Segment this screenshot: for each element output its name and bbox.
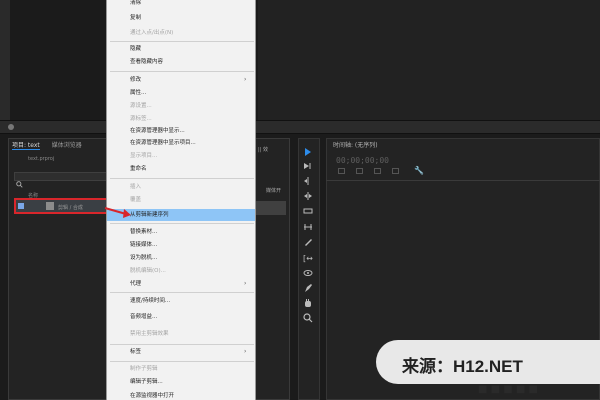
- clip-icon: [46, 202, 54, 210]
- track-select-tool-icon[interactable]: [303, 161, 313, 171]
- timeline-timecode[interactable]: 00;00;00;00: [336, 156, 389, 165]
- menu-item-edit-subclip[interactable]: 编辑子剪辑...: [130, 378, 163, 386]
- menu-item-make-offline[interactable]: 设为脱机...: [130, 254, 157, 262]
- menu-item-reveal-project[interactable]: 在资源管理器中显示项目...: [130, 139, 196, 147]
- menu-item-new-sequence-from-clip[interactable]: 从剪辑新建序列: [130, 211, 169, 219]
- clip-color-label: [18, 203, 24, 209]
- menu-item-reveal-explorer[interactable]: 在资源管理器中显示...: [130, 127, 185, 135]
- menu-separator: [110, 41, 254, 42]
- menu-item-disable-master-effects[interactable]: 禁用主剪辑效果: [130, 330, 169, 338]
- column-value-cell: [256, 201, 286, 215]
- menu-separator: [110, 178, 254, 179]
- menu-item-replace-footage[interactable]: 替换素材...: [130, 228, 157, 236]
- search-input[interactable]: [14, 172, 108, 181]
- timeline-settings-button[interactable]: [392, 168, 399, 174]
- timeline-ruler: [326, 180, 600, 181]
- timeline-title[interactable]: 时间轴: (无序列): [333, 140, 378, 149]
- menu-separator: [110, 223, 254, 224]
- submenu-arrow-icon: ›: [244, 348, 247, 355]
- effects-tab[interactable]: || 效: [258, 146, 268, 153]
- menu-item-source-label[interactable]: 源标签...: [130, 115, 152, 123]
- source-monitor-area: [258, 0, 600, 120]
- slip-tool-icon[interactable]: [303, 222, 313, 232]
- menu-item-overwrite[interactable]: 覆盖: [130, 196, 141, 204]
- project-file-name: text.prproj: [28, 156, 55, 162]
- wrench-icon[interactable]: 🔧: [414, 166, 424, 175]
- annotation-arrow-icon: [104, 207, 131, 218]
- menu-item-hide[interactable]: 隐藏: [130, 45, 141, 53]
- menu-separator: [110, 292, 254, 293]
- menu-item-duplicate[interactable]: 复制: [130, 14, 141, 22]
- zoom-tool-icon[interactable]: [303, 313, 313, 323]
- menu-separator: [110, 361, 254, 362]
- menu-item-label[interactable]: 标签: [130, 348, 141, 356]
- menu-separator: [110, 344, 254, 345]
- menu-item-link-media[interactable]: 链接媒体...: [130, 241, 157, 249]
- search-icon: [16, 173, 23, 188]
- rolling-edit-tool-icon[interactable]: [303, 191, 313, 201]
- menu-item-rename[interactable]: 重命名: [130, 165, 147, 173]
- menu-item-edit-offline[interactable]: 脱机编辑(O)...: [130, 267, 166, 275]
- column-header-media-start[interactable]: 媒体开: [266, 187, 281, 194]
- menu-item-show-project[interactable]: 显示项目...: [130, 152, 157, 160]
- menu-item-view-hidden[interactable]: 查看隐藏内容: [130, 58, 163, 66]
- hand-tool-icon[interactable]: [303, 298, 313, 308]
- menu-item-insert[interactable]: 插入: [130, 183, 141, 191]
- menu-item-source-settings[interactable]: 源设置...: [130, 102, 152, 110]
- menu-item-clear[interactable]: 清除: [130, 0, 141, 7]
- menu-item-modify[interactable]: 修改: [130, 76, 141, 84]
- menu-item-make-subclip[interactable]: 制作子剪辑: [130, 365, 158, 373]
- menu-item-open-in-source[interactable]: 在源监视器中打开: [130, 392, 174, 400]
- tab-project[interactable]: 项目: text: [12, 142, 40, 150]
- watermark-subtext: ■ ■ ■ ■ ■: [478, 384, 538, 395]
- divider-grip-icon: [8, 124, 14, 130]
- panel-divider[interactable]: [0, 120, 600, 134]
- linked-selection-toggle[interactable]: [356, 168, 363, 174]
- add-marker-button[interactable]: [374, 168, 381, 174]
- slide-tool-icon[interactable]: [↔]: [303, 253, 313, 263]
- snap-toggle[interactable]: [338, 168, 345, 174]
- menu-separator: [110, 71, 254, 72]
- tab-media-browser[interactable]: 媒体浏览器: [52, 142, 82, 149]
- rate-stretch-tool-icon[interactable]: [303, 206, 313, 216]
- eye-tool-icon[interactable]: [303, 268, 313, 278]
- menu-item-proxy[interactable]: 代理: [130, 280, 141, 288]
- top-left-panel: [0, 0, 10, 120]
- selection-tool-icon[interactable]: [303, 147, 313, 157]
- submenu-arrow-icon: ›: [244, 76, 247, 83]
- razor-tool-icon[interactable]: [303, 237, 313, 247]
- menu-item-properties[interactable]: 属性...: [130, 89, 146, 97]
- watermark-text: 来源：H12.NET: [402, 357, 523, 376]
- pen-tool-icon[interactable]: [303, 283, 313, 293]
- context-menu: [106, 0, 256, 400]
- menu-item-in-out[interactable]: 通过入点/出点(N): [130, 29, 173, 37]
- ripple-edit-tool-icon[interactable]: [303, 176, 313, 186]
- project-tabs: 项目: text 媒体浏览器: [12, 140, 92, 152]
- menu-item-speed-duration[interactable]: 速度/持续时间...: [130, 297, 170, 305]
- clip-name: 剪辑 / 合成: [58, 205, 83, 211]
- svg-text:[↔]: [↔]: [303, 254, 313, 263]
- submenu-arrow-icon: ›: [244, 280, 247, 287]
- menu-item-audio-gain[interactable]: 音频增益...: [130, 313, 157, 321]
